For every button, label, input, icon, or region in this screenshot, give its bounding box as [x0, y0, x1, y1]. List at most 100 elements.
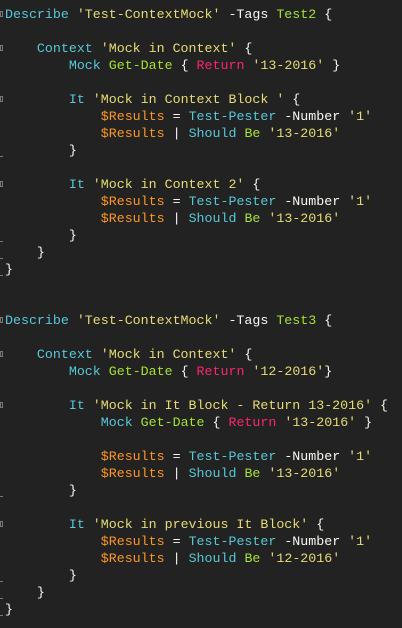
code-line[interactable]: Mock Get-Date { Return '13-2016' } [0, 414, 402, 431]
fold-toggle-icon[interactable] [0, 317, 3, 323]
code-line[interactable] [0, 74, 402, 91]
code-token-grn: Be [244, 551, 261, 566]
code-token-str: 'Test-ContextMock' [76, 7, 221, 22]
code-line[interactable] [0, 23, 402, 40]
code-token-txt: -Number [276, 534, 349, 549]
code-token-str: '1' [348, 194, 373, 209]
code-line[interactable] [0, 380, 402, 397]
code-line[interactable]: Mock Get-Date { Return '13-2016' } [0, 57, 402, 74]
code-token-txt: -Number [276, 109, 349, 124]
code-token-var: $Results [100, 126, 165, 141]
code-token-red: Return [228, 415, 277, 430]
code-token-kw: Test-Pester [188, 109, 277, 124]
code-line[interactable]: It 'Mock in Context Block ' { [0, 91, 402, 108]
code-line[interactable] [0, 278, 402, 295]
code-token-txt: { [204, 415, 229, 430]
code-token-txt: } [5, 228, 77, 243]
code-line[interactable]: Mock Get-Date { Return '12-2016'} [0, 363, 402, 380]
code-line[interactable] [0, 329, 402, 346]
code-line[interactable] [0, 295, 402, 312]
code-line[interactable]: $Results | Should Be '13-2016' [0, 210, 402, 227]
code-token-str: '13-2016' [284, 415, 357, 430]
code-token-str: 'Mock in Context 2' [92, 177, 245, 192]
code-token-kw: Context [36, 347, 93, 362]
code-token-str: 'Test-ContextMock' [76, 313, 221, 328]
code-token-kw: Mock [68, 364, 101, 379]
code-line[interactable] [0, 431, 402, 448]
code-line[interactable]: } [0, 261, 402, 278]
code-token-txt: } [5, 143, 77, 158]
code-line[interactable]: $Results = Test-Pester -Number '1' [0, 448, 402, 465]
code-line[interactable]: It 'Mock in Context 2' { [0, 176, 402, 193]
code-token-txt: } [5, 585, 45, 600]
code-token-str: '1' [348, 449, 373, 464]
code-token-txt: { [308, 517, 325, 532]
code-token-kw: Test-Pester [188, 449, 277, 464]
code-token-txt: { [172, 364, 197, 379]
code-token-txt: } [5, 262, 13, 277]
fold-toggle-icon[interactable] [0, 45, 3, 51]
code-line[interactable]: $Results = Test-Pester -Number '1' [0, 108, 402, 125]
fold-toggle-icon[interactable] [0, 96, 3, 102]
code-token-grn: Test3 [276, 313, 317, 328]
code-token-grn: Be [244, 126, 261, 141]
code-token-var: $Results [100, 109, 165, 124]
fold-toggle-icon[interactable] [0, 11, 3, 17]
code-token-var: $Results [100, 211, 165, 226]
code-token-str: '13-2016' [268, 466, 341, 481]
code-token-grn: Get-Date [140, 415, 205, 430]
code-line[interactable] [0, 159, 402, 176]
code-line[interactable]: Describe 'Test-ContextMock' -Tags Test3 … [0, 312, 402, 329]
code-editor[interactable]: Describe 'Test-ContextMock' -Tags Test2 … [0, 6, 402, 618]
code-token-txt: | [164, 126, 189, 141]
code-line[interactable]: $Results | Should Be '13-2016' [0, 125, 402, 142]
code-line[interactable]: } [0, 482, 402, 499]
code-line[interactable]: $Results | Should Be '12-2016' [0, 550, 402, 567]
code-line[interactable]: } [0, 584, 402, 601]
code-line[interactable]: It 'Mock in previous It Block' { [0, 516, 402, 533]
code-line[interactable]: } [0, 227, 402, 244]
code-token-txt: } [324, 58, 341, 73]
fold-toggle-icon[interactable] [0, 521, 3, 527]
code-line[interactable]: $Results = Test-Pester -Number '1' [0, 533, 402, 550]
code-line[interactable]: } [0, 142, 402, 159]
code-line[interactable]: } [0, 244, 402, 261]
code-line[interactable]: } [0, 601, 402, 618]
code-token-str: '12-2016' [268, 551, 341, 566]
code-line[interactable]: $Results = Test-Pester -Number '1' [0, 193, 402, 210]
code-line[interactable]: Describe 'Test-ContextMock' -Tags Test2 … [0, 6, 402, 23]
code-line[interactable]: Context 'Mock in Context' { [0, 346, 402, 363]
code-token-grn: Be [244, 466, 261, 481]
code-token-str: '13-2016' [268, 211, 341, 226]
fold-toggle-icon[interactable] [0, 181, 3, 187]
code-token-kw: Should [188, 126, 237, 141]
code-line[interactable] [0, 499, 402, 516]
code-line[interactable]: $Results | Should Be '13-2016' [0, 465, 402, 482]
fold-toggle-icon[interactable] [0, 402, 3, 408]
code-token-str: '12-2016' [252, 364, 325, 379]
code-token-str: 'Mock in Context' [100, 41, 237, 56]
fold-toggle-icon[interactable] [0, 351, 3, 357]
code-line[interactable]: It 'Mock in It Block - Return 13-2016' { [0, 397, 402, 414]
code-token-var: $Results [100, 534, 165, 549]
code-token-txt: } [5, 602, 13, 617]
code-token-grn: Get-Date [108, 58, 173, 73]
fold-end-marker [0, 581, 3, 582]
code-token-kw: Mock [68, 58, 101, 73]
code-line[interactable]: } [0, 567, 402, 584]
code-line[interactable]: Context 'Mock in Context' { [0, 40, 402, 57]
